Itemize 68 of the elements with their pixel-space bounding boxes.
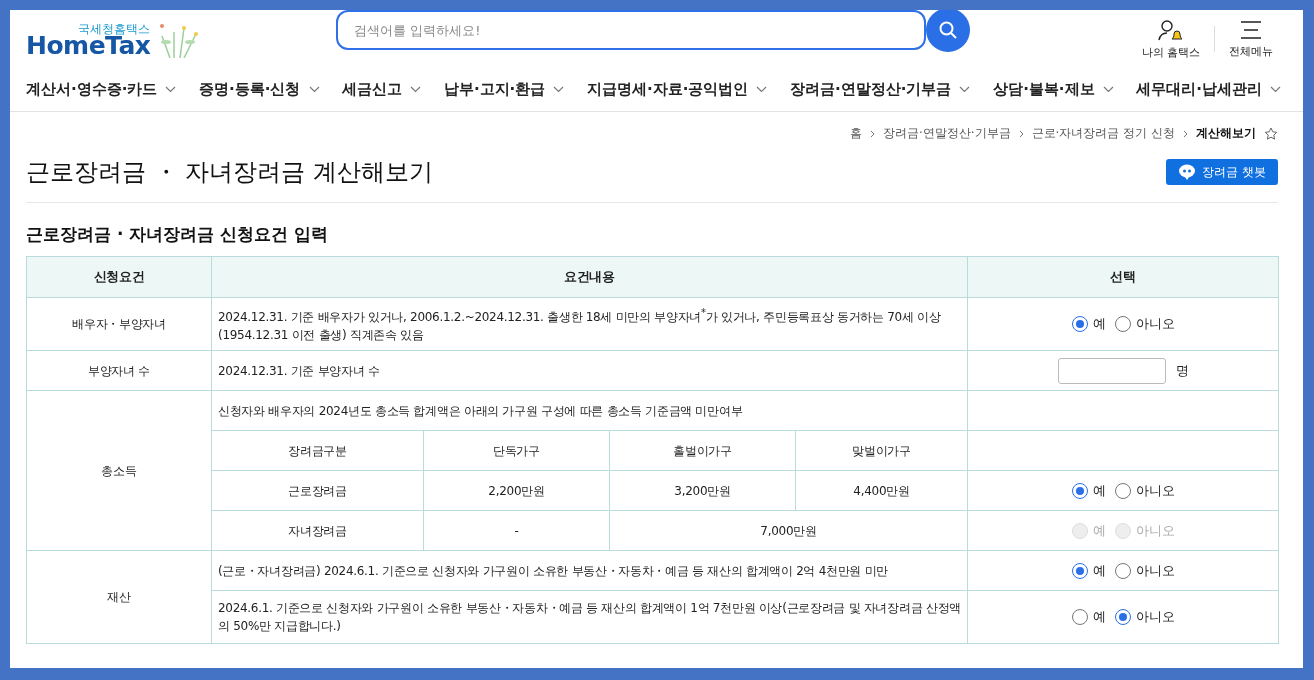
radio-option[interactable]: 예 xyxy=(1071,480,1106,501)
table-cell: 장려금구분 xyxy=(211,430,424,471)
requirement-label: 배우자・부양자녀 xyxy=(26,297,212,351)
all-menu-button[interactable]: 전체메뉴 xyxy=(1215,19,1287,59)
menu-icon xyxy=(1240,19,1262,40)
requirement-text: 2024.12.31. 기준 부양자녀 수 xyxy=(211,350,968,391)
nav-menu-item[interactable]: 세금신고 xyxy=(342,80,422,99)
breadcrumb-link[interactable]: 홈 xyxy=(849,125,862,142)
table-cell: 3,200만원 xyxy=(609,470,796,511)
my-hometax-button[interactable]: 나의 홈택스 xyxy=(1127,18,1214,60)
nav-menu-item[interactable]: 상담·불복·제보 xyxy=(993,80,1114,99)
search-field[interactable]: 검색어를 입력하세요! xyxy=(336,10,926,50)
radio-option[interactable]: 예 xyxy=(1071,314,1106,334)
star-icon[interactable] xyxy=(1264,126,1278,141)
requirement-text: (근로・자녀장려금) 2024.6.1. 기준으로 신청자와 가구원이 소유한 부동산・자동차・예금 등 재산의 합계액이 2억 4천만원 미만 xyxy=(211,550,968,591)
column-header: 요건내용 xyxy=(211,256,968,298)
chevron-down-icon xyxy=(959,86,971,93)
radio-option[interactable]: 아니오 xyxy=(1115,607,1175,627)
nav-menu-item[interactable]: 증명·등록·신청 xyxy=(199,80,320,99)
table-cell: - xyxy=(423,510,610,551)
column-header: 선택 xyxy=(967,256,1279,298)
radio-option[interactable]: 아니오 xyxy=(1115,480,1175,501)
unit-label: 명 xyxy=(1175,361,1189,380)
table-cell: 2,200만원 xyxy=(423,470,610,511)
search-button[interactable] xyxy=(926,10,970,52)
table-cell: 단독가구 xyxy=(423,430,610,471)
chevron-down-icon xyxy=(756,86,768,93)
nav-menu-item[interactable]: 장려금·연말정산·기부금 xyxy=(790,80,971,99)
chevron-right-icon xyxy=(1183,129,1188,138)
section-title: 근로장려금 · 자녀장려금 신청요건 입력 xyxy=(26,223,330,246)
requirement-label: 부양자녀 수 xyxy=(26,350,212,391)
logo-subtitle: 국세청홈택스 xyxy=(78,23,151,35)
breadcrumb-link[interactable]: 근로·자녀장려금 정기 신청 xyxy=(1031,125,1175,142)
table-cell: 홀벌이가구 xyxy=(609,430,796,471)
chevron-down-icon xyxy=(410,86,422,93)
table-cell: 7,000만원 xyxy=(609,510,968,551)
chevron-down-icon xyxy=(1269,86,1281,93)
table-cell: 근로장려금 xyxy=(211,470,424,511)
radio-option[interactable]: 예 xyxy=(1071,560,1106,581)
count-input[interactable] xyxy=(1057,357,1166,384)
search-icon xyxy=(938,20,958,40)
radio-option[interactable]: 아니오 xyxy=(1115,314,1175,334)
nav-menu-item[interactable]: 계산서·영수증·카드 xyxy=(26,80,177,99)
chevron-down-icon xyxy=(553,86,565,93)
breadcrumb-link[interactable]: 계산해보기 xyxy=(1196,125,1256,142)
requirement-text: 2024.6.1. 기준으로 신청자와 가구원이 소유한 부동산・자동차・예금 등 재산의 합계액이 1억 7천만원 이상(근로장려금 및 자녀장려금 산정액의 50%만 지급합니다.) xyxy=(211,590,968,644)
person-bell-icon xyxy=(1157,18,1184,41)
column-header: 신청요건 xyxy=(26,256,212,298)
requirement-text: 2024.12.31. 기준 배우자가 있거나, 2006.1.2.~2024.12.31. 출생한 18세 미만의 부양자녀$^{*}$가 있거나, 주민등록표상 동거하는 70세 이상(1954.12.31 이전 출생) 직계존속 있음 xyxy=(211,297,968,351)
breadcrumb-link[interactable]: 장려금·연말정산·기부금 xyxy=(882,125,1011,142)
nav-menu-item[interactable]: 납부·고지·환급 xyxy=(443,80,565,99)
table-cell: 4,400만원 xyxy=(795,470,968,511)
chevron-down-icon xyxy=(165,86,177,93)
page-title: 근로장려금 ・ 자녀장려금 계산해보기 xyxy=(26,157,433,188)
table-cell: 자녀장려금 xyxy=(211,510,424,551)
chatbot-button[interactable]: 장려금 챗봇 xyxy=(1166,159,1278,185)
chevron-down-icon xyxy=(1102,86,1114,93)
nav-menu-item[interactable]: 지급명세·자료·공익법인 xyxy=(586,80,768,99)
nav-menu-item[interactable]: 세무대리·납세관리 xyxy=(1136,80,1281,99)
radio-option[interactable]: 예 xyxy=(1071,607,1106,627)
chevron-down-icon xyxy=(308,86,320,93)
radio-option[interactable]: 아니오 xyxy=(1115,560,1175,581)
table-cell: 맞벌이가구 xyxy=(795,430,968,471)
requirement-label: 총소득 xyxy=(26,390,212,551)
chevron-right-icon xyxy=(1018,129,1024,138)
requirement-text: 신청자와 배우자의 2024년도 총소득 합계액은 아래의 가구원 구성에 따른 총소득 기준금액 미만여부 xyxy=(211,390,968,431)
requirement-label: 재산 xyxy=(26,550,212,644)
chevron-right-icon xyxy=(869,129,875,138)
